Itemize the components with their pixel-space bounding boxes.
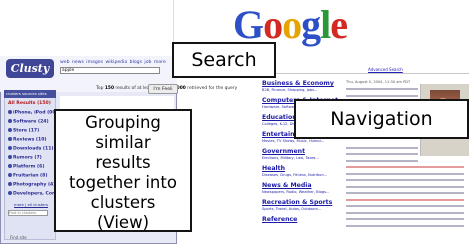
- cluster-item-label: Store (17): [13, 128, 40, 134]
- expand-cluster-icon[interactable]: [8, 146, 12, 150]
- article-text-line: [346, 153, 418, 155]
- article-text-line: [346, 88, 418, 90]
- article-text-line: [346, 166, 464, 168]
- directory-subcategory[interactable]: Sports, Travel, Autos, Outdoors...: [262, 207, 321, 211]
- result-count-prefix: Top: [96, 86, 104, 91]
- article-text-line: [346, 172, 464, 175]
- directory-subcategory[interactable]: Movies, TV Shows, Music, Humor...: [262, 139, 324, 143]
- clusty-query-text: apple: [62, 67, 75, 73]
- cluster-item-label: All Results (150): [8, 101, 51, 106]
- search-callout: Search: [172, 42, 276, 78]
- expand-cluster-icon[interactable]: [8, 164, 12, 168]
- clusty-search-input[interactable]: [60, 67, 160, 74]
- article-text-line: [346, 205, 464, 207]
- cluster-item-label: iPhone, iPod (00): [13, 110, 58, 116]
- directory-category-link[interactable]: Government: [262, 148, 305, 155]
- cluster-item[interactable]: Photography (4): [8, 182, 55, 188]
- expand-cluster-icon[interactable]: [8, 110, 12, 114]
- clusty-logo[interactable]: Clusty: [6, 59, 54, 78]
- cluster-item[interactable]: Reviews (10): [8, 137, 47, 143]
- clusty-footer: Find site: [10, 235, 27, 240]
- article-date: Thu, August 5, 2004, 11:30 am PDT: [346, 80, 411, 84]
- google-logo-letter: o: [282, 2, 302, 47]
- expand-cluster-icon[interactable]: [8, 182, 12, 186]
- directory-category-link[interactable]: News & Media: [262, 182, 312, 189]
- directory-subcategory[interactable]: B2B, Finance, Shopping, Jobs...: [262, 88, 318, 92]
- google-logo-letter: G: [233, 2, 264, 47]
- view-callout-line: (View): [96, 213, 150, 232]
- article-text-line: [346, 198, 464, 201]
- view-callout-line: Grouping similar: [85, 113, 161, 152]
- cluster-item-label: Developers, Com: [13, 191, 57, 197]
- result-count-suffix: retrieved for the query: [187, 86, 238, 91]
- expand-cluster-icon[interactable]: [8, 155, 12, 159]
- clusty-nav-tabs[interactable]: web news images wikipedia blogs job more: [60, 60, 166, 65]
- view-callout-line: results: [95, 153, 151, 172]
- more-clusters-link[interactable]: more | all clusters: [14, 202, 48, 207]
- cluster-item-label: Reviews (10): [13, 137, 47, 143]
- view-callout-line: clusters: [90, 193, 156, 212]
- find-in-clusters-placeholder: Find in clusters: [9, 210, 37, 215]
- cluster-item-label: Software (24): [13, 119, 49, 125]
- directory-category-link[interactable]: Recreation & Sports: [262, 199, 332, 206]
- expand-cluster-icon[interactable]: [8, 137, 12, 141]
- directory-category-link[interactable]: Reference: [262, 216, 297, 223]
- cluster-item[interactable]: iPhone, iPod (00): [8, 110, 58, 116]
- google-logo-letter: o: [263, 2, 283, 47]
- navigation-callout: Navigation: [294, 99, 469, 139]
- cluster-item-label: Platform (6): [13, 164, 45, 170]
- cluster-item[interactable]: Downloads (11): [8, 146, 54, 152]
- cluster-item[interactable]: Platform (6): [8, 164, 44, 170]
- cluster-item[interactable]: Store (17): [8, 128, 39, 134]
- cluster-item-label: Photography (4): [13, 182, 56, 188]
- article-text-line: [346, 179, 464, 181]
- view-callout-line: together into: [69, 173, 177, 192]
- article-text-line: [346, 94, 418, 97]
- cluster-item-label: Downloads (11): [13, 146, 54, 152]
- expand-cluster-icon[interactable]: [8, 173, 12, 177]
- cluster-item-label: Rumors (7): [13, 155, 42, 161]
- directory-category-link[interactable]: Business & Economy: [262, 80, 334, 87]
- article-text-line: [346, 192, 464, 194]
- article-text-line: [346, 211, 464, 214]
- google-logo-letter: e: [330, 2, 348, 47]
- cluster-item[interactable]: Developers, Com: [8, 191, 57, 197]
- expand-cluster-icon[interactable]: [8, 128, 12, 132]
- directory-category-link[interactable]: Health: [262, 165, 285, 172]
- directory-subcategory[interactable]: Elections, Military, Law, Taxes...: [262, 156, 319, 160]
- cluster-item[interactable]: Fruitarian (8): [8, 173, 47, 179]
- expand-cluster-icon[interactable]: [8, 119, 12, 123]
- directory-subcategory[interactable]: Diseases, Drugs, Fitness, Nutrition...: [262, 173, 327, 177]
- expand-cluster-icon[interactable]: [8, 191, 12, 195]
- article-text-line: [346, 224, 464, 227]
- advanced-search-link[interactable]: Advanced Search: [368, 67, 403, 72]
- directory-subcategory[interactable]: Newspapers, Radio, Weather, Blogs...: [262, 190, 329, 194]
- directory-category-link[interactable]: Education: [262, 114, 297, 121]
- google-logo: Google: [233, 2, 348, 47]
- result-count-number: 150: [104, 86, 114, 91]
- cluster-item-label: Fruitarian (8): [13, 173, 48, 179]
- feeling-lucky-button[interactable]: I'm Feeli: [148, 84, 178, 94]
- view-callout: Grouping similar results together into clus…: [54, 109, 192, 232]
- article-text-line: [346, 159, 418, 162]
- google-logo-letter: g: [301, 2, 321, 47]
- google-logo-letter: l: [320, 2, 331, 47]
- cluster-sidebar-tab-label: clusters sources sites: [6, 91, 47, 96]
- article-text-line: [346, 185, 464, 188]
- article-text-line: [346, 218, 464, 220]
- cluster-item[interactable]: Software (24): [8, 119, 49, 125]
- article-text-line: [346, 146, 418, 149]
- cluster-item[interactable]: Rumors (7): [8, 155, 42, 161]
- cluster-item[interactable]: All Results (150): [8, 101, 51, 106]
